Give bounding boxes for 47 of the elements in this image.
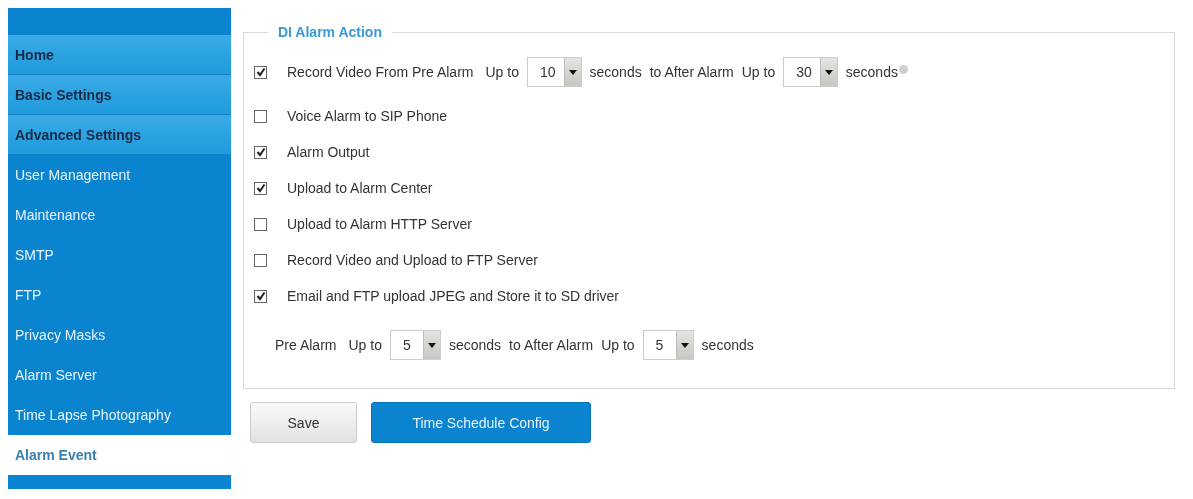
option-text: seconds <box>448 337 502 353</box>
option-label: Upload to Alarm HTTP Server <box>287 216 472 232</box>
option-text: seconds <box>845 64 898 80</box>
seconds-dropdown[interactable]: 5 <box>389 330 441 360</box>
checkbox[interactable] <box>254 253 267 267</box>
option-text: to After Alarm <box>649 64 734 80</box>
seconds-dropdown[interactable]: 30 <box>783 57 838 87</box>
option-label: Record Video From Pre Alarm <box>287 64 474 80</box>
sidebar-item[interactable]: Privacy Masks <box>8 315 231 355</box>
schedule-button[interactable]: Time Schedule Config <box>371 402 591 443</box>
caret-icon <box>427 342 436 348</box>
sidebar-item[interactable]: FTP <box>8 275 231 315</box>
section-title: DI Alarm Action <box>277 24 383 40</box>
option-label: Upload to Alarm Center <box>287 180 433 196</box>
option-label: Email and FTP upload JPEG and Store it to SD driver <box>287 288 619 304</box>
checkbox[interactable] <box>254 145 267 159</box>
sidebar-item[interactable]: Basic Settings <box>8 75 231 115</box>
option-label: Voice Alarm to SIP Phone <box>287 108 448 124</box>
option-text: Up to <box>741 64 776 80</box>
checkbox[interactable] <box>254 65 267 79</box>
seconds-dropdown[interactable]: 5 <box>642 330 694 360</box>
option-label: Alarm Output <box>287 144 370 160</box>
caret-icon <box>568 69 577 75</box>
checkbox[interactable] <box>254 217 267 231</box>
caret-icon <box>824 69 833 75</box>
option-text: to After Alarm <box>509 337 594 353</box>
checkbox[interactable] <box>254 109 267 123</box>
checkbox[interactable] <box>254 181 267 195</box>
save-button[interactable]: Save <box>250 402 357 443</box>
option-text: seconds <box>701 337 754 353</box>
sidebar-item[interactable]: SMTP <box>8 235 231 275</box>
sidebar-item[interactable]: Alarm Event <box>8 435 231 475</box>
sidebar-item[interactable]: Home <box>8 35 231 75</box>
option-text: seconds <box>589 64 642 80</box>
option-text: Up to <box>348 337 382 353</box>
caret-icon <box>680 342 689 348</box>
checkbox[interactable] <box>254 289 267 303</box>
sidebar-item[interactable]: User Management <box>8 155 231 195</box>
sidebar-item[interactable]: Time Lapse Photography <box>8 395 231 435</box>
sidebar-item[interactable]: Alarm Server <box>8 355 231 395</box>
sidebar-item[interactable]: Maintenance <box>8 195 231 235</box>
option-text: Up to <box>485 64 519 80</box>
option-text: Up to <box>601 337 635 353</box>
option-label: Record Video and Upload to FTP Server <box>287 252 538 268</box>
seconds-dropdown[interactable]: 10 <box>526 57 582 87</box>
sidebar-item[interactable]: Advanced Settings <box>8 115 231 155</box>
option-label: Pre Alarm <box>275 337 337 353</box>
